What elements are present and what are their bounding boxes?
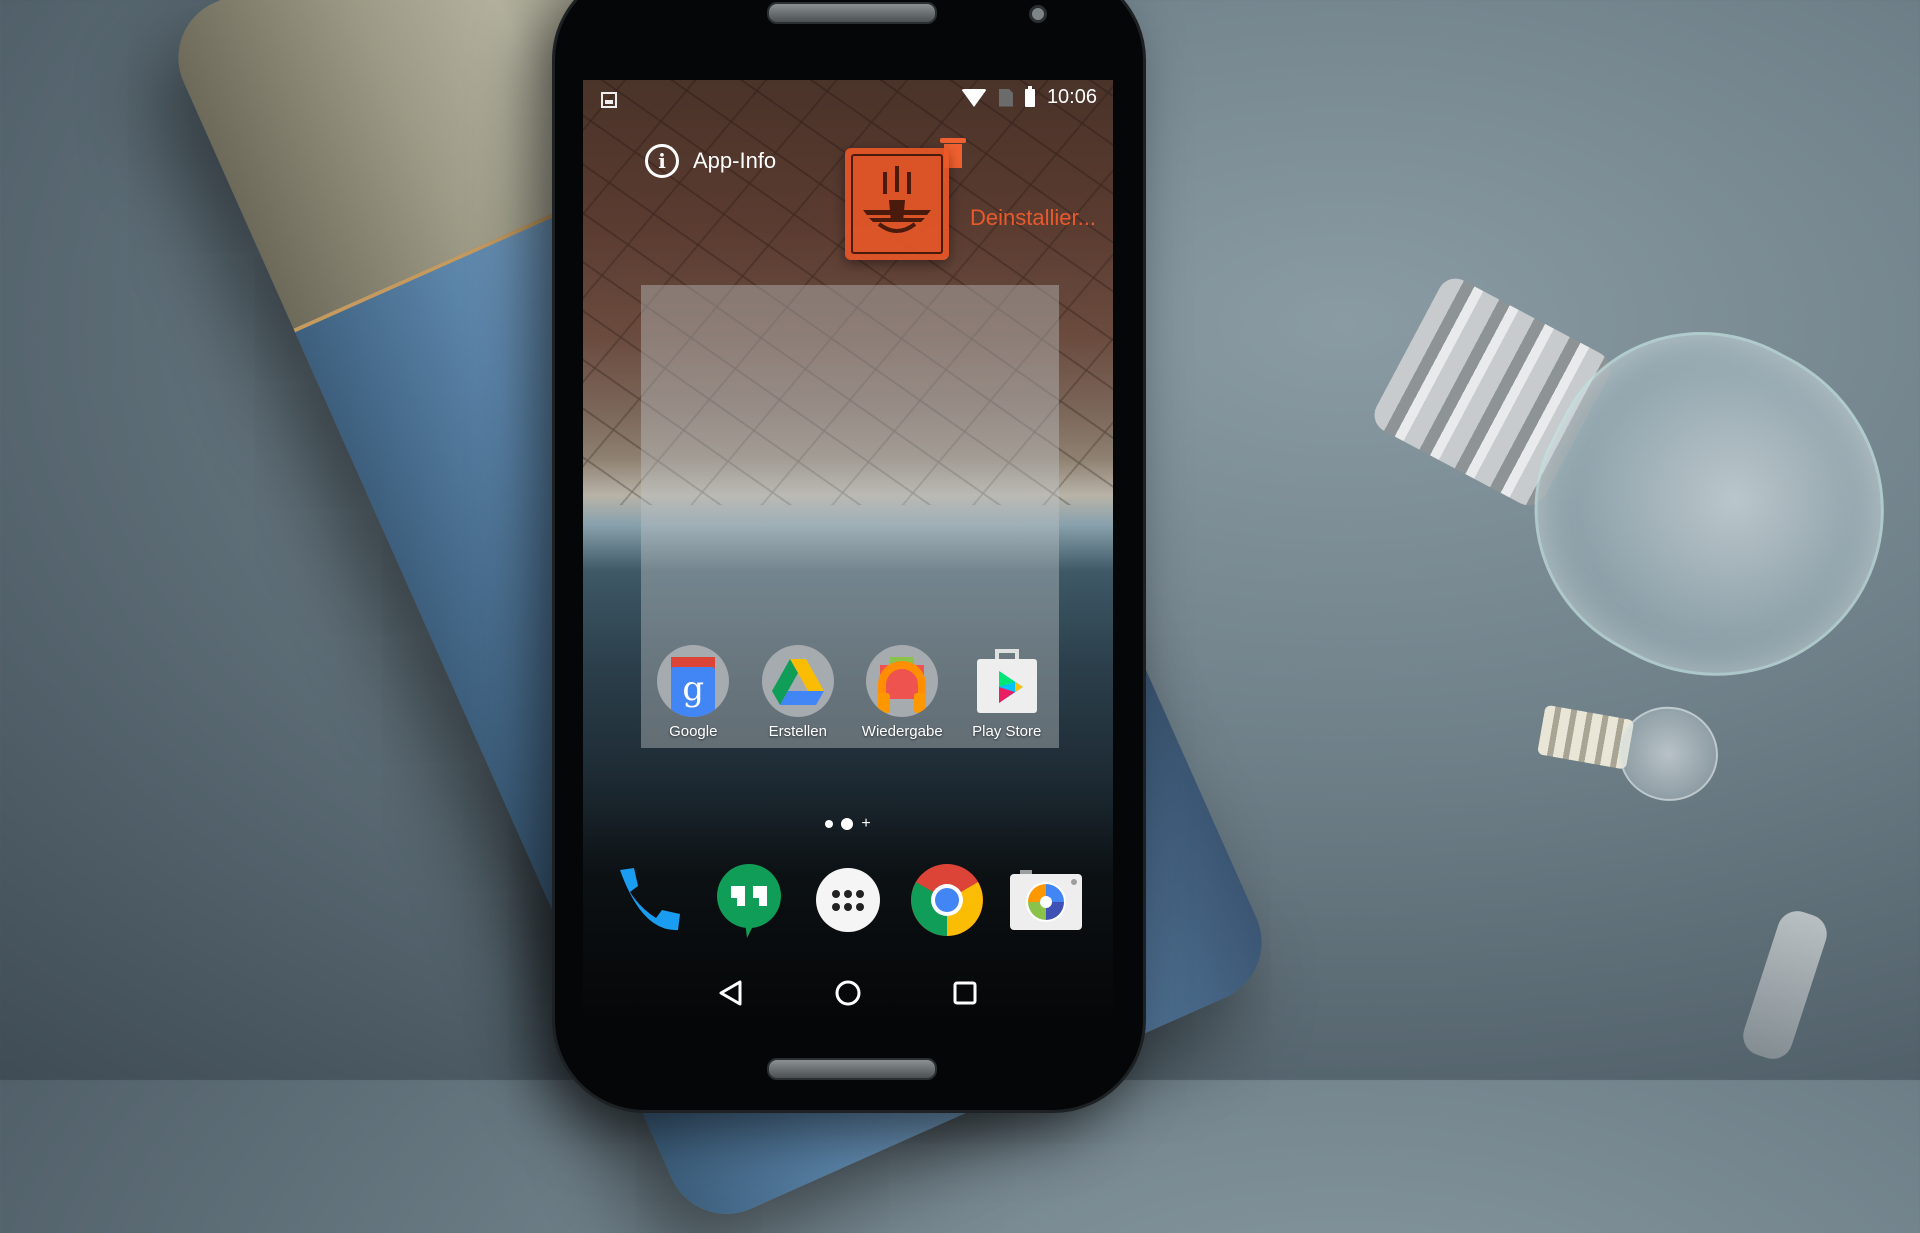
play-store-icon — [976, 649, 1037, 713]
light-bulb-tiny — [1738, 905, 1832, 1065]
app-folder: g Google Erstellen Wiedergabe Play Store — [641, 285, 1059, 748]
drive-glyph — [771, 659, 824, 705]
folder-app-google[interactable]: g Google — [643, 645, 743, 740]
clock: 10:06 — [1046, 86, 1097, 108]
app-info-label: App-Info — [693, 148, 777, 173]
app-label: Erstellen — [768, 723, 827, 740]
dragged-app-icon[interactable] — [845, 148, 949, 260]
navigation-bar — [583, 960, 1113, 1025]
app-info-drop-target[interactable]: i App-Info — [645, 144, 776, 178]
home-screen: 10:06 i App-Info Deinstallier... g Googl… — [583, 80, 1113, 1025]
light-bulb-small — [1534, 685, 1727, 809]
google-icon: g — [657, 645, 730, 717]
page-indicator: + — [583, 816, 1113, 832]
google-drive-icon — [761, 645, 834, 717]
back-icon — [719, 980, 742, 1005]
trash-lid — [940, 138, 966, 143]
app-label: Wiedergabe — [861, 723, 943, 740]
play-music-icon — [866, 645, 939, 717]
dock — [583, 855, 1113, 945]
uninstall-label[interactable]: Deinstallier... — [970, 205, 1096, 231]
chrome-icon[interactable] — [909, 862, 985, 938]
app-label: Google — [669, 723, 718, 740]
home-button[interactable] — [833, 978, 863, 1008]
folder-app-wiedergabe[interactable]: Wiedergabe — [852, 645, 952, 740]
battery-icon — [1024, 85, 1035, 107]
hangouts-icon[interactable] — [711, 862, 787, 938]
back-button[interactable] — [716, 978, 746, 1008]
music-glyph — [878, 657, 927, 713]
phone-icon[interactable] — [612, 862, 688, 938]
status-icons: 10:06 — [960, 85, 1097, 109]
info-icon: i — [645, 144, 679, 178]
bulb-glass — [1611, 698, 1726, 809]
winged-emblem-icon — [863, 166, 931, 233]
image-icon — [601, 92, 617, 108]
no-sim-icon — [998, 88, 1013, 107]
app-drawer-icon[interactable] — [810, 862, 886, 938]
status-bar: 10:06 — [583, 80, 1113, 122]
home-icon — [835, 980, 861, 1005]
recents-icon — [953, 981, 977, 1004]
app-label: Play Store — [972, 723, 1042, 740]
folder-app-erstellen[interactable]: Erstellen — [748, 645, 848, 740]
recents-button[interactable] — [950, 978, 980, 1008]
page-dot-current[interactable] — [841, 818, 854, 830]
folder-app-play-store[interactable]: Play Store — [957, 645, 1057, 740]
folder-app-row: g Google Erstellen Wiedergabe Play Store — [641, 645, 1059, 740]
camera-icon[interactable] — [1008, 862, 1084, 938]
add-page-icon[interactable]: + — [861, 816, 870, 832]
front-camera — [1029, 5, 1047, 23]
light-bulb-large — [1333, 197, 1920, 737]
top-speaker — [767, 2, 937, 24]
wifi-icon — [960, 88, 987, 107]
bottom-speaker — [767, 1058, 937, 1080]
page-dot[interactable] — [825, 820, 834, 828]
icon-layer: g — [671, 667, 716, 717]
